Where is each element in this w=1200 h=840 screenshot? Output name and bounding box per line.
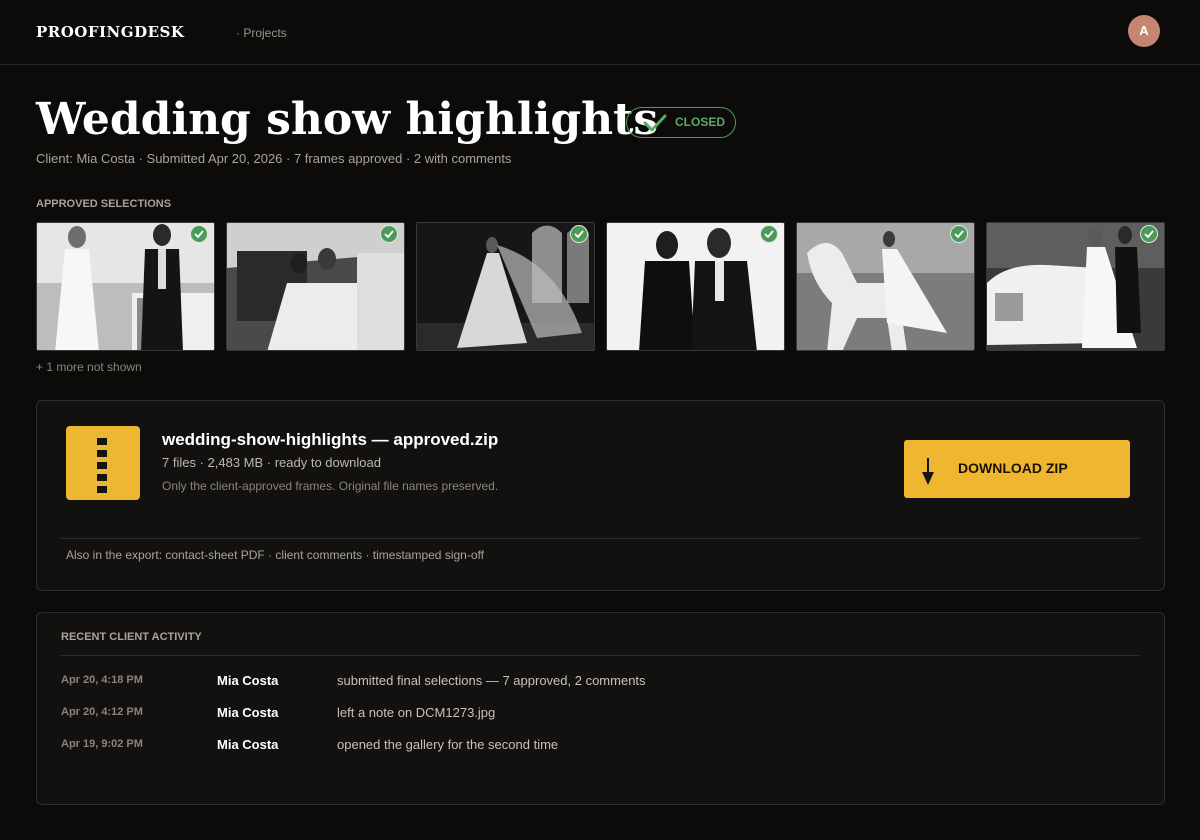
approved-check-icon [380,225,398,243]
photo-placeholder [227,223,404,350]
thumbnail-couple-in-car-backseat[interactable] [226,222,405,351]
divider [61,538,1140,539]
activity-action: opened the gallery for the second time [337,737,559,752]
project-meta: Client: Mia Costa · Submitted Apr 20, 20… [36,151,512,166]
download-zip-button[interactable]: DOWNLOAD ZIP [904,440,1130,498]
activity-action: submitted final selections — 7 approved,… [337,673,646,688]
photo-placeholder [797,223,974,350]
photo-placeholder [607,223,784,350]
status-badge: CLOSED [626,107,736,138]
activity-row: Apr 19, 9:02 PM Mia Costa opened the gal… [61,737,1141,757]
approved-check-icon [570,225,588,243]
photo-placeholder [417,223,594,350]
activity-time: Apr 19, 9:02 PM [61,738,143,750]
approved-check-icon [950,225,968,243]
more-not-shown[interactable]: + 1 more not shown [36,360,142,374]
thumbnail-bride-and-groom-by-car[interactable] [36,222,215,351]
activity-user: Mia Costa [217,673,279,688]
activity-user: Mia Costa [217,705,279,720]
export-extras: Also in the export: contact-sheet PDF · … [66,548,484,562]
user-avatar[interactable]: A [1128,15,1160,47]
photo-placeholder [987,223,1164,350]
brand-logo[interactable]: PROOFINGDESK [36,23,184,41]
activity-row: Apr 20, 4:18 PM Mia Costa submitted fina… [61,673,1141,693]
thumbnail-couple-black-outfits[interactable] [606,222,785,351]
export-file-name: wedding-show-highlights — approved.zip [162,430,499,449]
thumbnail-bride-with-long-veil[interactable] [416,222,595,351]
activity-action: left a note on DCM1273.jpg [337,705,496,720]
top-bar: PROOFINGDESK · Projects A [0,0,1200,65]
export-file-note: Only the client-approved frames. Origina… [162,479,499,493]
zip-file-icon [66,426,140,500]
approved-check-icon [760,225,778,243]
export-file-details: 7 files · 2,483 MB · ready to download [162,455,381,470]
activity-time: Apr 20, 4:12 PM [61,706,143,718]
export-card: wedding-show-highlights — approved.zip 7… [36,400,1165,591]
breadcrumb-projects[interactable]: · Projects [236,26,287,40]
status-label: CLOSED [675,115,726,129]
page-title: Wedding show highlights [36,94,659,145]
recent-activity-card: RECENT CLIENT ACTIVITY Apr 20, 4:18 PM M… [36,612,1165,805]
download-zip-label: DOWNLOAD ZIP [958,460,1068,476]
thumbnail-couple-with-rolls-royce[interactable] [986,222,1165,351]
thumbnail-strip [36,222,1166,351]
activity-heading: RECENT CLIENT ACTIVITY [61,631,202,643]
thumbnail-bride-with-white-horse[interactable] [796,222,975,351]
checkmark-icon [643,114,667,132]
activity-user: Mia Costa [217,737,279,752]
approved-check-icon [1140,225,1158,243]
activity-row: Apr 20, 4:12 PM Mia Costa left a note on… [61,705,1141,725]
approved-check-icon [190,225,208,243]
divider [61,655,1140,656]
activity-time: Apr 20, 4:18 PM [61,674,143,686]
photo-placeholder [37,223,214,350]
selections-heading: APPROVED SELECTIONS [36,198,172,210]
download-arrow-icon [922,458,934,485]
